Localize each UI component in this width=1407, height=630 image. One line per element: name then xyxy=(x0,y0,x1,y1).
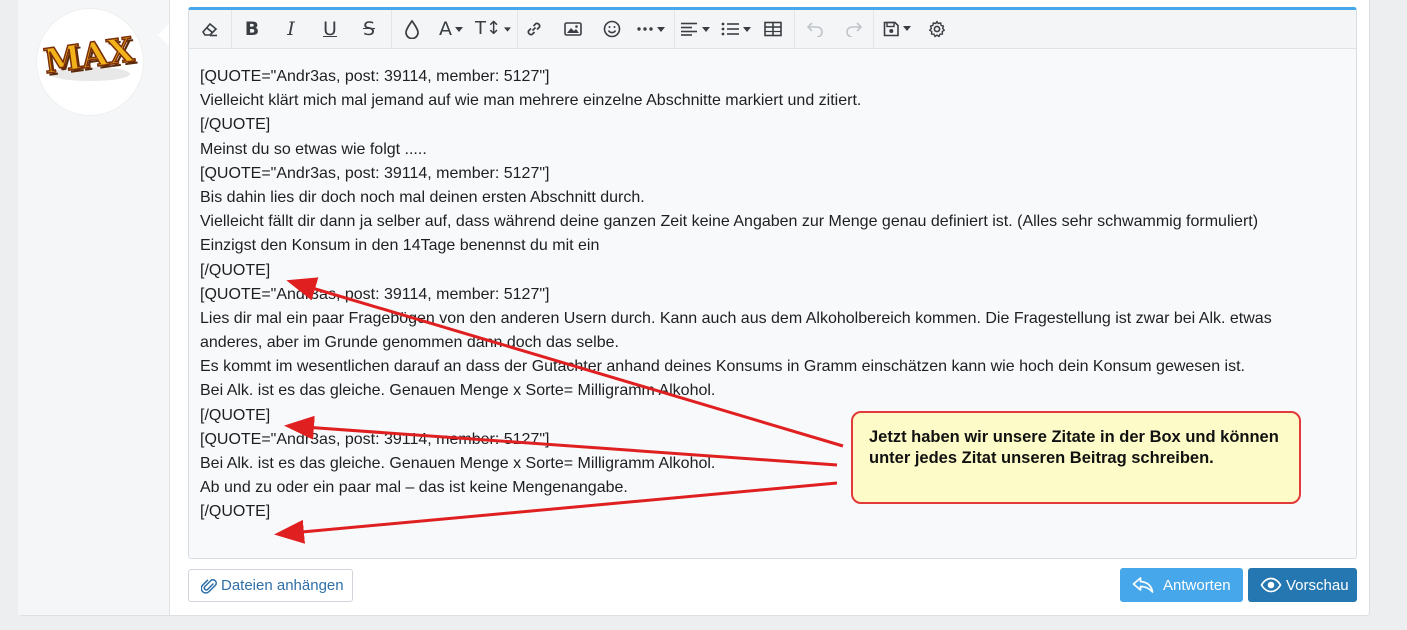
attach-files-button[interactable]: Dateien anhängen xyxy=(188,569,353,602)
reply-button[interactable]: Antworten xyxy=(1120,568,1243,602)
preview-label: Vorschau xyxy=(1286,576,1349,594)
more-icon[interactable] xyxy=(635,16,669,42)
editor-line: Lies dir mal ein paar Fragebögen von den… xyxy=(200,309,1272,327)
editor-line: [QUOTE="Andr3as, post: 39114, member: 51… xyxy=(200,68,550,85)
toolbar-separator xyxy=(231,10,232,48)
caret-down-icon xyxy=(504,26,511,32)
editor-line: Es kommt im wesentlichen darauf an dass … xyxy=(200,358,1245,376)
settings-icon[interactable] xyxy=(924,16,950,42)
drafts-icon[interactable] xyxy=(881,16,915,42)
editor-line: Vielleicht klärt mich mal jemand auf wie… xyxy=(200,92,862,110)
editor-line: Meinst du so etwas wie folgt ..... xyxy=(200,140,427,158)
editor-line: Vielleicht fällt dir dann ja selber auf,… xyxy=(200,213,1259,231)
editor-line: Bei Alk. ist es das gleiche. Genauen Men… xyxy=(200,382,716,400)
user-column: MAX MAX xyxy=(18,0,170,615)
font-size-icon[interactable]: T↕ xyxy=(475,16,511,42)
table-icon[interactable] xyxy=(760,16,786,42)
annotation-callout: Jetzt haben wir unsere Zitate in der Box… xyxy=(851,411,1301,504)
bold-icon[interactable]: B xyxy=(239,16,265,42)
font-size-label: T↕ xyxy=(475,18,502,39)
eraser-icon[interactable] xyxy=(197,16,223,42)
reply-icon xyxy=(1132,577,1154,593)
toolbar-separator xyxy=(517,10,518,48)
smilie-icon[interactable] xyxy=(599,16,625,42)
eye-icon xyxy=(1260,577,1282,593)
font-family-label: A xyxy=(439,18,452,40)
paperclip-icon xyxy=(201,578,217,594)
avatar[interactable]: MAX MAX xyxy=(36,8,144,116)
attach-files-label: Dateien anhängen xyxy=(221,577,344,594)
text-color-icon[interactable] xyxy=(399,16,425,42)
reply-label: Antworten xyxy=(1163,576,1231,594)
font-family-icon[interactable]: A xyxy=(435,16,467,42)
underline-icon[interactable]: U xyxy=(317,16,343,42)
editor-line: [/QUOTE] xyxy=(200,116,271,134)
italic-icon[interactable]: I xyxy=(278,16,304,42)
editor-line: [/QUOTE] xyxy=(200,261,271,279)
toolbar-separator xyxy=(674,10,675,48)
toolbar-separator xyxy=(873,10,874,48)
align-icon[interactable] xyxy=(679,16,713,42)
link-icon[interactable] xyxy=(521,16,547,42)
toolbar-separator xyxy=(794,10,795,48)
redo-icon[interactable] xyxy=(841,16,867,42)
list-icon[interactable] xyxy=(720,16,754,42)
editor-line: [/QUOTE] xyxy=(200,503,271,521)
editor-line: [QUOTE="Andr3as, post: 39114, member: 51… xyxy=(200,285,550,303)
preview-button[interactable]: Vorschau xyxy=(1248,568,1357,602)
editor-line: Bis dahin lies dir doch noch mal deinen … xyxy=(200,188,645,206)
strikethrough-icon[interactable]: S xyxy=(356,16,382,42)
editor-toolbar: B I U S A T↕ xyxy=(189,10,1356,49)
toolbar-separator xyxy=(391,10,392,48)
image-icon[interactable] xyxy=(560,16,586,42)
avatar-pointer xyxy=(158,24,169,46)
caret-down-icon xyxy=(455,26,463,32)
editor-line: Einzigst den Konsum in den 14Tage benenn… xyxy=(200,237,600,255)
editor-line: anderes, aber im Grunde genommen dann do… xyxy=(200,334,619,352)
undo-icon[interactable] xyxy=(802,16,828,42)
editor-line: [QUOTE="Andr3as, post: 39114, member: 51… xyxy=(200,164,550,182)
max-logo: MAX MAX xyxy=(41,29,140,85)
